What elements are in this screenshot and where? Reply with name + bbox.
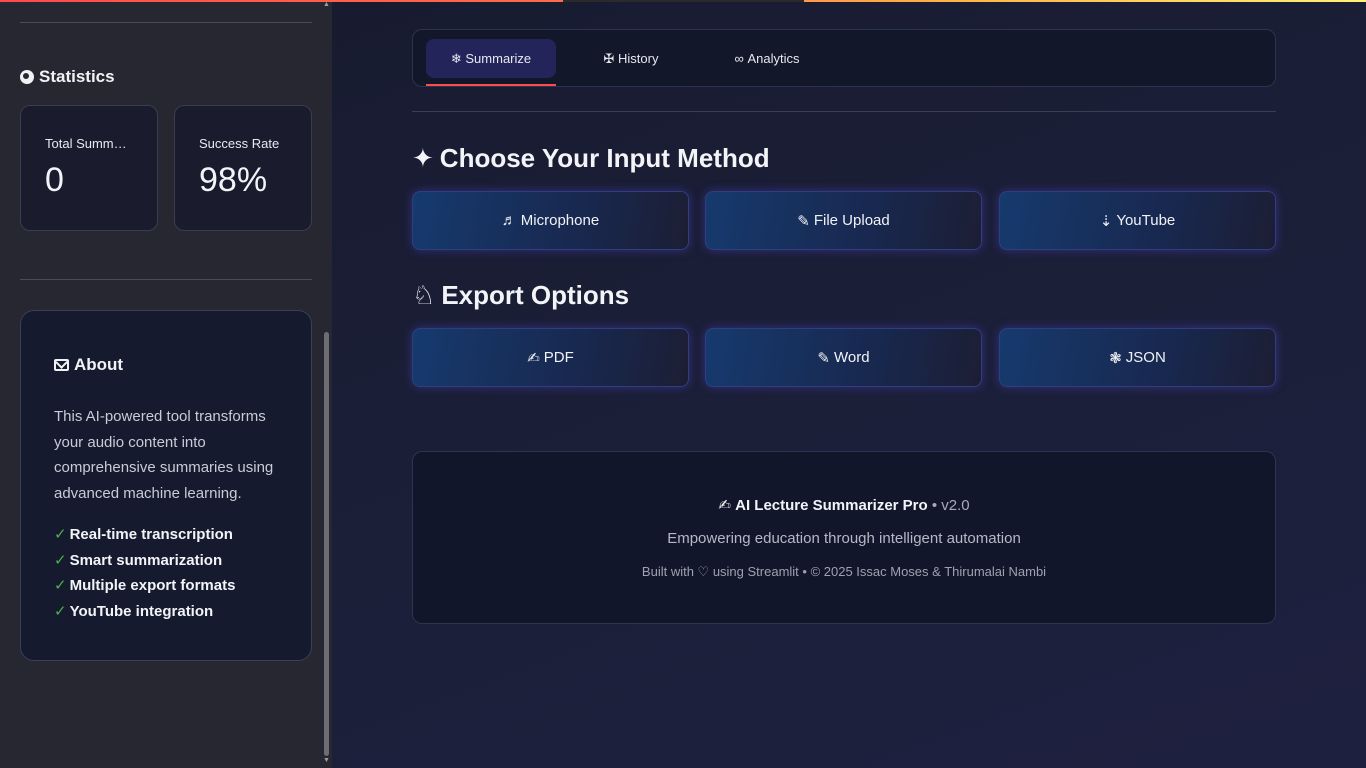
footer-tagline: Empowering education through intelligent… (667, 530, 1021, 547)
music-note-icon: ♬ (501, 212, 517, 229)
sidebar-divider-top (20, 22, 312, 23)
footer-brand: AI Lecture Summarizer Pro (735, 497, 928, 514)
scroll-up-arrow-icon[interactable]: ▲ (323, 1, 330, 8)
export-json-button[interactable]: ❃ JSON (999, 328, 1276, 387)
tab-bar: ❄ Summarize ✠ History ∞ Analytics (412, 29, 1276, 87)
infinity-icon: ∞ (734, 51, 744, 66)
sidebar: Statistics Total Summ… 0 Success Rate 98… (0, 0, 332, 768)
file-upload-button[interactable]: ✎ File Upload (705, 191, 982, 250)
stat-value: 98% (199, 161, 268, 199)
check-icon: ✓ (54, 602, 67, 620)
statistics-heading-label: Statistics (39, 67, 115, 86)
button-label: YouTube (1116, 212, 1176, 229)
export-pdf-button[interactable]: ✍ PDF (412, 328, 689, 387)
sidebar-scrollbar-thumb[interactable] (324, 332, 329, 756)
tab-label: Summarize (465, 51, 532, 66)
youtube-button[interactable]: ⇣ YouTube (999, 191, 1276, 250)
feature-label: YouTube integration (69, 602, 214, 620)
feature-item: ✓ Real-time transcription (54, 522, 311, 548)
input-method-heading: ✦ Choose Your Input Method (412, 141, 770, 175)
pencil-icon: ✎ (817, 349, 830, 367)
cross-icon: ✠ (603, 50, 615, 66)
tab-analytics[interactable]: ∞ Analytics (726, 39, 808, 78)
main-divider (412, 111, 1276, 112)
writing-hand-icon: ✍ (718, 497, 731, 514)
stat-label: Success Rate (199, 136, 280, 151)
stat-card-success-rate: Success Rate 98% (174, 105, 312, 231)
stat-card-total-summaries: Total Summ… 0 (20, 105, 158, 231)
mail-icon (54, 359, 69, 371)
feature-item: ✓ YouTube integration (54, 599, 311, 625)
stat-value: 0 (45, 161, 64, 199)
tab-summarize[interactable]: ❄ Summarize (426, 39, 556, 78)
feature-item: ✓ Multiple export formats (54, 573, 311, 599)
button-label: Word (834, 349, 870, 366)
sidebar-divider-mid (20, 279, 312, 280)
about-title: About (54, 355, 311, 375)
feature-label: Real-time transcription (69, 526, 233, 543)
sparkle-icon: ✦ (412, 142, 434, 173)
button-label: File Upload (813, 212, 890, 229)
main-content: ❄ Summarize ✠ History ∞ Analytics ✦ Choo… (332, 0, 1366, 768)
check-icon: ✓ (54, 526, 67, 543)
tab-label: History (618, 51, 659, 66)
button-label: Microphone (520, 212, 600, 229)
footer-card: ✍ AI Lecture Summarizer Pro • v2.0 Empow… (412, 451, 1276, 624)
writing-hand-icon: ✍ (527, 349, 540, 367)
stat-label: Total Summ… (45, 136, 127, 151)
about-title-label: About (74, 355, 124, 374)
scroll-down-arrow-icon[interactable]: ▼ (323, 757, 330, 764)
feature-item: ✓ Smart summarization (54, 548, 311, 574)
statistics-icon (20, 70, 34, 84)
export-options-title: Export Options (441, 279, 630, 310)
tab-label: Analytics (747, 51, 800, 66)
feature-list: ✓ Real-time transcription ✓ Smart summariz… (54, 522, 311, 624)
check-icon: ✓ (54, 551, 67, 569)
footer-title: ✍ AI Lecture Summarizer Pro • v2.0 (413, 496, 1275, 514)
active-tab-indicator (426, 84, 556, 86)
flower-icon: ❃ (1109, 349, 1122, 367)
microphone-button[interactable]: ♬ Microphone (412, 191, 689, 250)
export-word-button[interactable]: ✎ Word (705, 328, 982, 387)
footer-version: • v2.0 (931, 497, 970, 514)
footer-credit: Built with ♡ using Streamlit • © 2025 Is… (641, 564, 1047, 579)
about-card: About This AI-powered tool transforms yo… (20, 310, 312, 661)
check-icon: ✓ (54, 577, 67, 594)
download-arrow-icon: ⇣ (1099, 212, 1113, 230)
statistics-heading: Statistics (20, 66, 115, 88)
button-label: JSON (1125, 349, 1166, 366)
feature-label: Smart summarization (69, 551, 223, 569)
feature-label: Multiple export formats (69, 577, 236, 594)
input-method-title: Choose Your Input Method (439, 142, 770, 173)
export-options-heading: ♘ Export Options (412, 278, 629, 312)
about-description: This AI-powered tool transforms your aud… (54, 408, 274, 502)
pencil-icon: ✎ (797, 212, 810, 230)
snowflake-icon: ❄ (450, 50, 462, 66)
knight-icon: ♘ (412, 279, 436, 310)
tab-history[interactable]: ✠ History (594, 39, 668, 78)
button-label: PDF (543, 349, 574, 366)
top-bar-segment (563, 0, 804, 2)
